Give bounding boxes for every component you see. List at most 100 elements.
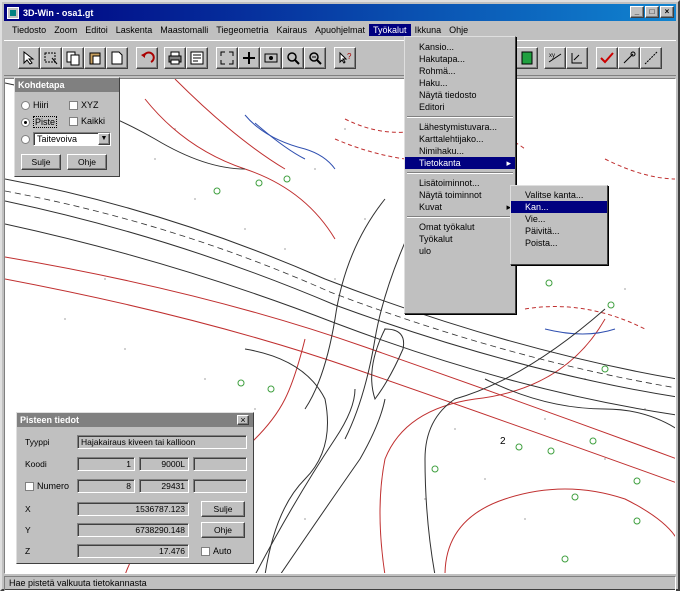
checkbox-xyz[interactable] [69, 100, 78, 110]
menu-item-lisatoiminnot[interactable]: Lisätoiminnot... [405, 177, 515, 189]
menu-separator [407, 216, 513, 218]
close-button[interactable]: Sulje [201, 501, 245, 517]
menu-item-tyokalut[interactable]: Työkalut [405, 233, 515, 245]
menu-zoom[interactable]: Zoom [50, 24, 81, 36]
menu-item-kuvat[interactable]: Kuvat ▸ [405, 201, 515, 213]
z-field[interactable]: 17.476 [77, 544, 189, 558]
menu-bar: Tiedosto Zoom Editoi Laskenta Maastomall… [4, 22, 676, 38]
close-panel-button[interactable]: Sulje [21, 154, 61, 170]
line-tool-icon[interactable] [640, 47, 662, 69]
number-field-1[interactable]: 8 [77, 479, 135, 493]
help-button[interactable]: Ohje [201, 522, 245, 538]
status-bar: Hae pistetä valkuuta tietokannasta [4, 576, 676, 591]
paste-icon[interactable] [84, 47, 106, 69]
submenu-arrow-icon: ▸ [506, 158, 511, 168]
print-preview-icon[interactable] [186, 47, 208, 69]
menu-ikkuna[interactable]: Ikkuna [411, 24, 446, 36]
menu-kairaus[interactable]: Kairaus [272, 24, 311, 36]
auto-label: Auto [213, 546, 232, 556]
menu-item-nimihaku[interactable]: Nimihaku... [405, 145, 515, 157]
taitevoiva-select-value: Taitevoiva [37, 134, 78, 144]
menu-tiegeometria[interactable]: Tiegeometria [212, 24, 272, 36]
number-field-2[interactable]: 29431 [139, 479, 189, 493]
submenu-item-paivita[interactable]: Päivitä... [511, 225, 607, 237]
menu-apuohjelmat[interactable]: Apuohjelmat [311, 24, 369, 36]
zoom-window-icon[interactable] [260, 47, 282, 69]
maximize-button[interactable]: □ [645, 6, 659, 18]
z-label: Z [25, 546, 31, 556]
copy-icon[interactable] [62, 47, 84, 69]
zoom-in-icon[interactable] [282, 47, 304, 69]
submenu-item-kan[interactable]: Kan... [511, 201, 607, 213]
menu-item-omat-tyokalut[interactable]: Omat työkalut [405, 221, 515, 233]
close-button[interactable]: × [660, 6, 674, 18]
number-label: Numero [37, 481, 70, 491]
menu-item-nayta-toiminnot[interactable]: Näytä toiminnot [405, 189, 515, 201]
radio-piste-label: Piste [33, 116, 58, 128]
menu-laskenta[interactable]: Laskenta [112, 24, 157, 36]
select-area-icon[interactable] [40, 47, 62, 69]
chevron-down-icon[interactable]: ▼ [98, 133, 110, 145]
submenu-item-vie[interactable]: Vie... [511, 213, 607, 225]
menu-tyokalut[interactable]: Työkalut [369, 24, 411, 36]
menu-item-ulo[interactable]: ulo [405, 245, 515, 257]
help-panel-button[interactable]: Ohje [67, 154, 107, 170]
zoom-out-icon[interactable] [304, 47, 326, 69]
point-properties-panel: Pisteen tiedot × Tyyppi Hajakairaus kive… [16, 412, 254, 564]
green-tool-icon[interactable] [516, 47, 538, 69]
measure-icon[interactable]: xy [544, 47, 566, 69]
print-icon[interactable] [164, 47, 186, 69]
menu-separator [407, 116, 513, 118]
menu-item-haku[interactable]: Haku... [405, 77, 515, 89]
close-icon[interactable]: × [237, 415, 249, 425]
tools-dropdown-menu: Kansio... Hakutapa... Rohmä... Haku... N… [404, 36, 516, 314]
menu-item-rohma[interactable]: Rohmä... [405, 65, 515, 77]
submenu-item-valitse-kanta[interactable]: Valitse kanta... [511, 189, 607, 201]
app-icon [7, 6, 19, 19]
undo-icon[interactable] [136, 47, 158, 69]
title-bar[interactable]: 3D-Win - osa1.gt _ □ × [4, 4, 676, 21]
type-label: Tyyppi [25, 437, 50, 447]
number-field-3[interactable] [193, 479, 247, 493]
check-icon[interactable] [596, 47, 618, 69]
menu-item-tietokanta[interactable]: Tietokanta ▸ [405, 157, 515, 169]
checkbox-kaikki[interactable] [69, 116, 78, 126]
menu-maastomalli[interactable]: Maastomalli [156, 24, 212, 36]
number-checkbox[interactable] [25, 481, 34, 491]
selection-mode-panel: Kohdetapa Hiiri XYZ Piste Kaikki Taitevo… [14, 77, 120, 177]
code-field-1[interactable]: 1 [77, 457, 135, 471]
menu-ohje[interactable]: Ohje [445, 24, 472, 36]
toolbar: ? xy [4, 40, 676, 76]
radio-taitevoiva[interactable] [21, 134, 30, 144]
menu-item-hakutapa[interactable]: Hakutapa... [405, 53, 515, 65]
menu-item-karttalehtijako[interactable]: Karttalehtijako... [405, 133, 515, 145]
radio-piste[interactable] [21, 117, 30, 127]
coordinates-icon[interactable] [566, 47, 588, 69]
select-arrow-icon[interactable] [18, 47, 40, 69]
type-field[interactable]: Hajakairaus kiveen tai kallioon [77, 435, 247, 449]
menu-editoi[interactable]: Editoi [81, 24, 112, 36]
radio-hiiri[interactable] [21, 100, 30, 110]
code-label: Koodi [25, 459, 47, 469]
help-pointer-icon[interactable]: ? [334, 47, 356, 69]
menu-item-nayta-tiedosto[interactable]: Näytä tiedosto [405, 89, 515, 101]
submenu-item-poista[interactable]: Poista... [511, 237, 607, 249]
y-label: Y [25, 525, 31, 535]
menu-item-lahestymistuvara[interactable]: Lähestymistuvara... [405, 121, 515, 133]
zoom-extents-icon[interactable] [216, 47, 238, 69]
x-field[interactable]: 1536787.123 [77, 502, 189, 516]
menu-item-kansio[interactable]: Kansio... [405, 41, 515, 53]
auto-checkbox[interactable] [201, 546, 210, 556]
edit-point-icon[interactable] [618, 47, 640, 69]
minimize-button[interactable]: _ [630, 6, 644, 18]
document-icon[interactable] [106, 47, 128, 69]
menu-item-editori[interactable]: Editori [405, 101, 515, 113]
code-field-3[interactable] [193, 457, 247, 471]
pan-icon[interactable] [238, 47, 260, 69]
menu-tiedosto[interactable]: Tiedosto [8, 24, 50, 36]
menu-separator [407, 172, 513, 174]
y-field[interactable]: 6738290.148 [77, 523, 189, 537]
code-field-2[interactable]: 9000L [139, 457, 189, 471]
taitevoiva-select[interactable]: Taitevoiva ▼ [33, 132, 111, 146]
checkbox-xyz-label: XYZ [81, 100, 99, 110]
